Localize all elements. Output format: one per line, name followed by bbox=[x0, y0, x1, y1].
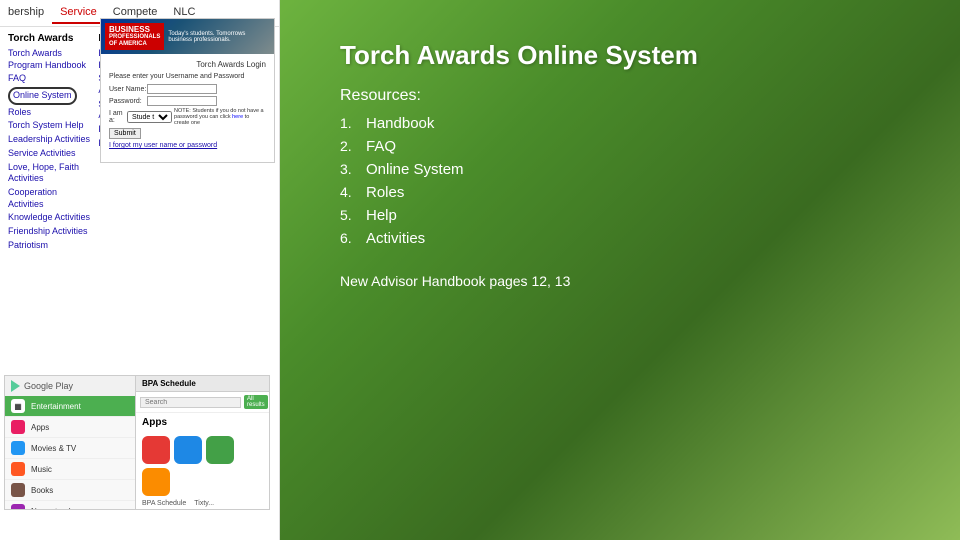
play-newsstand-row[interactable]: Newsstand bbox=[5, 501, 138, 510]
username-row: User Name: bbox=[109, 84, 266, 94]
list-item-4: 4. Roles bbox=[340, 184, 900, 201]
app-icon-2[interactable] bbox=[174, 436, 202, 464]
list-num-5: 5. bbox=[340, 207, 358, 223]
password-input[interactable] bbox=[147, 96, 217, 106]
entertainment-label: Entertainment bbox=[31, 402, 81, 411]
bpa-logo-of-america: OF AMERICA bbox=[109, 41, 160, 48]
forgot-link[interactable]: I forgot my user name or password bbox=[109, 142, 266, 149]
menu-torch-faq[interactable]: FAQ bbox=[8, 73, 90, 85]
play-apps-row[interactable]: Apps bbox=[5, 417, 138, 438]
menu-torch-cooperation[interactable]: Cooperation Activities bbox=[8, 187, 90, 210]
new-advisor-note: New Advisor Handbook pages 12, 13 bbox=[340, 273, 900, 289]
resource-list: 1. Handbook 2. FAQ 3. Online System 4. R… bbox=[340, 115, 900, 253]
login-screenshot: BUSINESS PROFESSIONALS OF AMERICA Today'… bbox=[100, 18, 275, 163]
list-text-3: Online System bbox=[366, 161, 464, 178]
newsstand-icon bbox=[11, 504, 25, 510]
play-entertainment-row[interactable]: ▦ Entertainment bbox=[5, 396, 138, 417]
list-text-4: Roles bbox=[366, 184, 404, 201]
list-num-6: 6. bbox=[340, 230, 358, 246]
play-music-row[interactable]: Music bbox=[5, 459, 138, 480]
menu-torch-love[interactable]: Love, Hope, Faith Activities bbox=[8, 162, 90, 185]
nav-item-service[interactable]: Service bbox=[52, 2, 105, 24]
books-icon bbox=[11, 483, 25, 497]
app-icon-3[interactable] bbox=[206, 436, 234, 464]
list-item-3: 3. Online System bbox=[340, 161, 900, 178]
iam-select[interactable]: Stude t bbox=[127, 111, 172, 123]
resources-label: Resources: bbox=[340, 87, 900, 105]
bpa-logo: BUSINESS PROFESSIONALS OF AMERICA bbox=[105, 23, 164, 51]
submit-button[interactable]: Submit bbox=[109, 128, 141, 139]
all-results-btn[interactable]: All results bbox=[244, 395, 268, 409]
apps-icon bbox=[11, 420, 25, 434]
list-num-1: 1. bbox=[340, 115, 358, 131]
play-header: Google Play bbox=[5, 376, 138, 396]
bpa-schedule-label: BPA Schedule bbox=[142, 500, 186, 507]
menu-torch-friendship[interactable]: Friendship Activities bbox=[8, 226, 90, 238]
music-icon bbox=[11, 462, 25, 476]
menu-torch-patriotism[interactable]: Patriotism bbox=[8, 240, 90, 252]
login-title: Torch Awards Login bbox=[109, 60, 266, 69]
play-icon bbox=[11, 380, 20, 392]
bpa-logo-professionals: PROFESSIONALS bbox=[109, 34, 160, 41]
music-label: Music bbox=[31, 465, 52, 474]
login-header: BUSINESS PROFESSIONALS OF AMERICA Today'… bbox=[101, 19, 274, 54]
bpa-sched-search-row: All results bbox=[136, 392, 269, 413]
login-note: NOTE: Students if you do not have a pass… bbox=[174, 108, 266, 126]
right-panel: Torch Awards Online System Resources: 1.… bbox=[280, 0, 960, 540]
menu-torch-system-help[interactable]: Torch System Help bbox=[8, 120, 90, 132]
bpa-app-icons bbox=[136, 432, 269, 500]
list-item-1: 1. Handbook bbox=[340, 115, 900, 132]
list-text-1: Handbook bbox=[366, 115, 434, 132]
google-play-screenshot: Google Play ▦ Entertainment Apps Movies … bbox=[4, 375, 139, 510]
password-row: Password: bbox=[109, 96, 266, 106]
list-num-3: 3. bbox=[340, 161, 358, 177]
books-label: Books bbox=[31, 486, 53, 495]
iam-row: I am a: Stude t NOTE: Students if you do… bbox=[109, 108, 266, 126]
password-label: Password: bbox=[109, 98, 147, 105]
menu-torch-handbook[interactable]: Torch Awards Program Handbook bbox=[8, 48, 90, 71]
play-logo: Google Play bbox=[11, 380, 73, 392]
movies-icon bbox=[11, 441, 25, 455]
list-text-6: Activities bbox=[366, 230, 425, 247]
bpa-schedule-icon[interactable] bbox=[142, 436, 170, 464]
list-text-2: FAQ bbox=[366, 138, 396, 155]
torch-awards-col: Torch Awards Torch Awards Program Handbo… bbox=[4, 31, 94, 255]
bpa-schedule-panel: BPA Schedule All results Apps BPA Schedu… bbox=[135, 375, 270, 510]
entertainment-icon: ▦ bbox=[11, 399, 25, 413]
login-prompt: Please enter your Username and Password bbox=[109, 73, 266, 80]
username-input[interactable] bbox=[147, 84, 217, 94]
app-icon-4[interactable] bbox=[142, 468, 170, 496]
menu-torch-leadership[interactable]: Leadership Activities bbox=[8, 134, 90, 146]
iam-label: I am a: bbox=[109, 110, 127, 124]
list-text-5: Help bbox=[366, 207, 397, 224]
play-books-row[interactable]: Books bbox=[5, 480, 138, 501]
bpa-logo-business: BUSINESS bbox=[109, 25, 160, 35]
torch-awards-title: Torch Awards bbox=[8, 33, 90, 44]
app-labels: BPA Schedule Tixty... bbox=[136, 500, 269, 507]
section-title: Torch Awards Online System bbox=[340, 40, 900, 71]
bpa-apps-title: Apps bbox=[136, 413, 269, 432]
list-item-5: 5. Help bbox=[340, 207, 900, 224]
username-label: User Name: bbox=[109, 86, 147, 93]
bpa-sched-title: BPA Schedule bbox=[136, 376, 269, 392]
menu-torch-roles[interactable]: Roles bbox=[8, 107, 90, 119]
newsstand-label: Newsstand bbox=[31, 507, 71, 511]
menu-torch-service[interactable]: Service Activities bbox=[8, 148, 90, 160]
menu-torch-online-system[interactable]: Online System bbox=[8, 87, 77, 105]
login-body: Torch Awards Login Please enter your Use… bbox=[101, 54, 274, 155]
play-label: Google Play bbox=[24, 381, 73, 391]
list-num-4: 4. bbox=[340, 184, 358, 200]
nav-item-membership[interactable]: bership bbox=[0, 2, 52, 24]
bpa-tagline: Today's students. Tomorrows business pro… bbox=[168, 31, 270, 43]
bpa-search-input[interactable] bbox=[140, 397, 241, 408]
left-panel: bership Service Compete NLC Torch Awards… bbox=[0, 0, 280, 540]
play-movies-row[interactable]: Movies & TV bbox=[5, 438, 138, 459]
menu-torch-knowledge[interactable]: Knowledge Activities bbox=[8, 212, 90, 224]
list-item-2: 2. FAQ bbox=[340, 138, 900, 155]
movies-label: Movies & TV bbox=[31, 444, 76, 453]
list-num-2: 2. bbox=[340, 138, 358, 154]
tixty-label: Tixty... bbox=[194, 500, 214, 507]
list-item-6: 6. Activities bbox=[340, 230, 900, 247]
apps-label: Apps bbox=[31, 423, 49, 432]
